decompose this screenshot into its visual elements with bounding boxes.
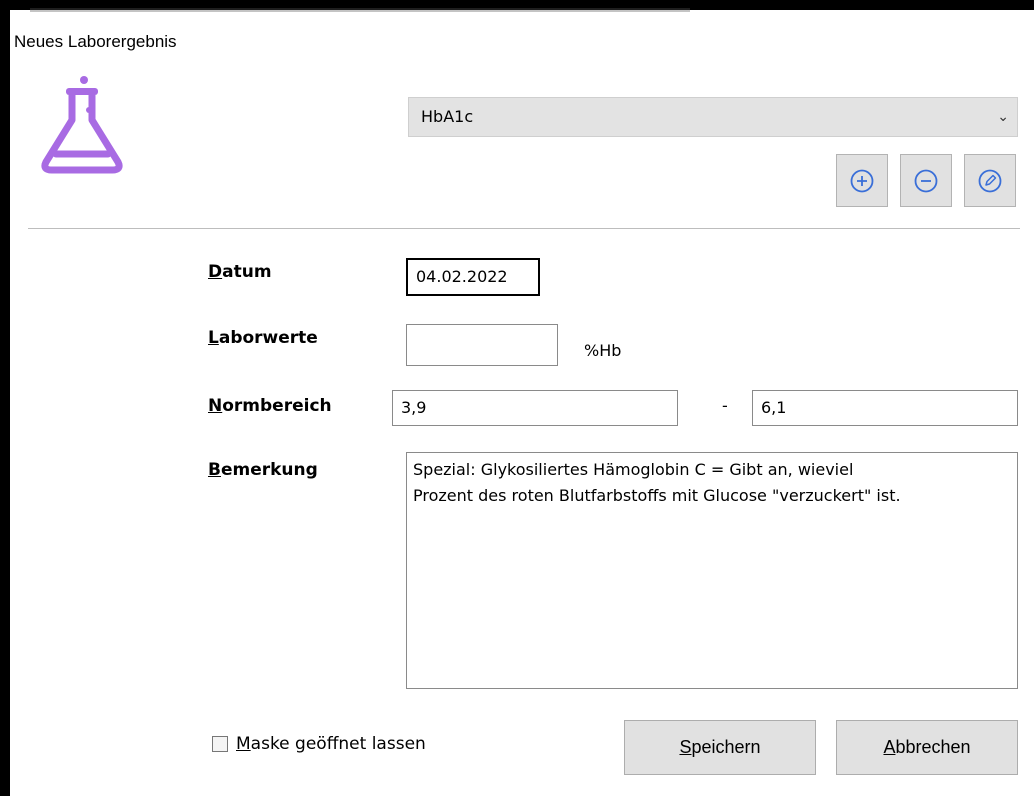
cancel-button[interactable]: Abbrechen: [836, 720, 1018, 775]
laborwerte-unit: %Hb: [584, 341, 622, 360]
bemerkung-textarea[interactable]: Spezial: Glykosiliertes Hämoglobin C = G…: [406, 452, 1018, 689]
datum-label: Datum: [208, 262, 272, 282]
chevron-down-icon: ⌄: [997, 109, 1009, 125]
keep-open-checkbox[interactable]: [212, 736, 228, 752]
save-button[interactable]: Speichern: [624, 720, 816, 775]
normbereich-label: Normbereich: [208, 396, 332, 416]
normbereich-min-input[interactable]: 3,9: [392, 390, 678, 426]
cancel-button-label: Abbrechen: [883, 737, 971, 757]
header-separator: [28, 228, 1020, 229]
laborwerte-label: Laborwerte: [208, 328, 318, 348]
add-button[interactable]: [836, 154, 888, 207]
save-button-label: Speichern: [679, 737, 761, 757]
datum-input[interactable]: 04.02.2022: [406, 258, 540, 296]
normbereich-max-input[interactable]: 6,1: [752, 390, 1018, 426]
edit-button[interactable]: [964, 154, 1016, 207]
window-frame-left: [0, 0, 10, 796]
lab-test-selected: HbA1c: [421, 107, 474, 126]
lab-test-dropdown[interactable]: HbA1c ⌄: [408, 97, 1018, 137]
dialog-title: Neues Laborergebnis: [14, 32, 177, 51]
minus-circle-icon: [914, 169, 938, 192]
bemerkung-label: Bemerkung: [208, 460, 318, 480]
pencil-icon: [978, 169, 1002, 192]
normbereich-separator: -: [722, 396, 728, 415]
laborwerte-input[interactable]: [406, 324, 558, 366]
plus-circle-icon: [850, 169, 874, 192]
background-window-strip: [30, 8, 690, 12]
flask-icon: [41, 76, 123, 174]
keep-open-option[interactable]: Maske geöffnet lassen: [212, 734, 426, 754]
keep-open-label: Maske geöffnet lassen: [236, 734, 426, 754]
remove-button[interactable]: [900, 154, 952, 207]
